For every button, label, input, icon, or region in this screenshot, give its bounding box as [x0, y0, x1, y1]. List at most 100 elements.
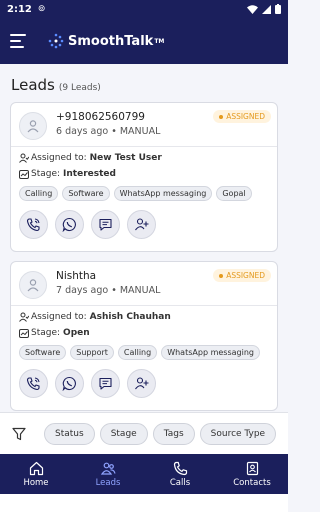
message-button[interactable]: [91, 210, 120, 239]
filter-status[interactable]: Status: [44, 422, 95, 445]
add-user-icon: [135, 218, 149, 231]
tag: WhatsApp messaging: [161, 345, 260, 360]
lead-card[interactable]: Nishtha 7 days ago • MANUAL ASSIGNED Ass…: [10, 261, 278, 411]
assign-user-icon: [19, 153, 29, 163]
chat-icon: [99, 218, 112, 231]
lead-source: MANUAL: [119, 285, 161, 296]
people-icon: [100, 462, 116, 475]
page-title: Leads: [11, 76, 55, 94]
leads-count: (9 Leads): [58, 83, 101, 93]
brand-logo: SmoothTalk TM: [48, 33, 164, 49]
divider: [11, 305, 277, 306]
nav-leads[interactable]: Leads: [72, 454, 144, 494]
stage-label: Stage:: [31, 169, 61, 179]
phone-icon: [173, 461, 187, 475]
lead-card[interactable]: +918062560799 6 days ago • MANUAL ASSIGN…: [10, 102, 278, 252]
status-badge: ASSIGNED: [213, 269, 271, 282]
avatar: [19, 271, 47, 299]
tag: Calling: [19, 186, 59, 201]
filter-source-type[interactable]: Source Type: [199, 422, 277, 445]
nav-leads-label: Leads: [95, 477, 121, 488]
tag: Gopal: [216, 186, 252, 201]
tag: Support: [70, 345, 114, 360]
tag: Software: [62, 186, 110, 201]
call-button[interactable]: [19, 369, 48, 398]
contacts-icon: [246, 461, 258, 475]
whatsapp-icon: [62, 376, 76, 391]
stage-label: Stage:: [31, 328, 61, 338]
divider: [11, 146, 277, 147]
stage-row: Stage: Open: [19, 326, 269, 340]
status-bar: 2:12 ⊚: [0, 0, 288, 18]
phone-call-icon: [26, 377, 40, 391]
assigned-to: Ashish Chauhan: [89, 312, 171, 322]
whatsapp-button[interactable]: [55, 369, 84, 398]
badge-label: ASSIGNED: [226, 271, 265, 280]
lead-meta: 7 days ago • MANUAL: [56, 285, 161, 296]
filter-tags[interactable]: Tags: [152, 422, 195, 445]
action-row: [19, 210, 269, 239]
brand-name: SmoothTalk: [68, 33, 154, 49]
nav-calls-label: Calls: [169, 477, 191, 488]
brand-tm: TM: [154, 37, 165, 45]
nav-home-label: Home: [23, 477, 49, 488]
stage-value: Open: [63, 328, 90, 338]
tag: Calling: [117, 345, 158, 360]
lead-source: MANUAL: [119, 126, 161, 137]
assigned-label: Assigned to:: [31, 312, 87, 322]
add-user-icon: [135, 377, 149, 390]
wifi-icon: [247, 4, 258, 14]
stage-row: Stage: Interested: [19, 167, 269, 181]
page-header: Leads (9 Leads): [0, 64, 288, 102]
lead-name: +918062560799: [56, 111, 145, 123]
assigned-row: Assigned to: New Test User: [19, 151, 269, 165]
nav-home[interactable]: Home: [0, 454, 72, 494]
nav-contacts-label: Contacts: [233, 477, 271, 488]
person-icon: [27, 279, 39, 292]
assign-user-icon: [19, 312, 29, 322]
tag: Software: [19, 345, 67, 360]
leads-list[interactable]: Leads (9 Leads) +918062560799 6 days ago…: [0, 64, 288, 412]
assigned-label: Assigned to:: [31, 153, 87, 163]
notification-icon: ⊚: [37, 4, 46, 14]
tag-list: Calling Software WhatsApp messaging Gopa…: [19, 186, 269, 201]
add-user-button[interactable]: [127, 369, 156, 398]
stage-value: Interested: [63, 169, 116, 179]
gesture-bar: [0, 494, 288, 512]
filter-stage[interactable]: Stage: [99, 422, 148, 445]
action-row: [19, 369, 269, 398]
stage-icon: [19, 329, 29, 338]
lead-name: Nishtha: [56, 270, 97, 282]
chat-icon: [99, 377, 112, 390]
tag: WhatsApp messaging: [113, 186, 213, 201]
home-icon: [29, 461, 43, 475]
person-icon: [27, 120, 39, 133]
app-bar: SmoothTalk TM: [0, 18, 288, 64]
nav-contacts[interactable]: Contacts: [216, 454, 288, 494]
lead-age: 6 days ago: [56, 126, 109, 137]
assigned-row: Assigned to: Ashish Chauhan: [19, 310, 269, 324]
filter-bar: Status Stage Tags Source Type: [0, 412, 288, 454]
menu-icon[interactable]: [10, 34, 28, 48]
status-time: 2:12: [7, 3, 32, 15]
logo-mark-icon: [48, 33, 64, 49]
bottom-nav: Home Leads Calls Contacts: [0, 454, 288, 494]
lead-meta: 6 days ago • MANUAL: [56, 126, 161, 137]
stage-icon: [19, 170, 29, 179]
phone-call-icon: [26, 218, 40, 232]
badge-label: ASSIGNED: [226, 112, 265, 121]
avatar: [19, 112, 47, 140]
battery-icon: [275, 4, 281, 14]
tag-list: Software Support Calling WhatsApp messag…: [19, 345, 269, 360]
assigned-to: New Test User: [89, 153, 162, 163]
status-badge: ASSIGNED: [213, 110, 271, 123]
message-button[interactable]: [91, 369, 120, 398]
nav-calls[interactable]: Calls: [144, 454, 216, 494]
whatsapp-icon: [62, 217, 76, 232]
lead-age: 7 days ago: [56, 285, 109, 296]
add-user-button[interactable]: [127, 210, 156, 239]
whatsapp-button[interactable]: [55, 210, 84, 239]
signal-icon: [262, 4, 271, 14]
call-button[interactable]: [19, 210, 48, 239]
filter-icon[interactable]: [12, 427, 32, 441]
